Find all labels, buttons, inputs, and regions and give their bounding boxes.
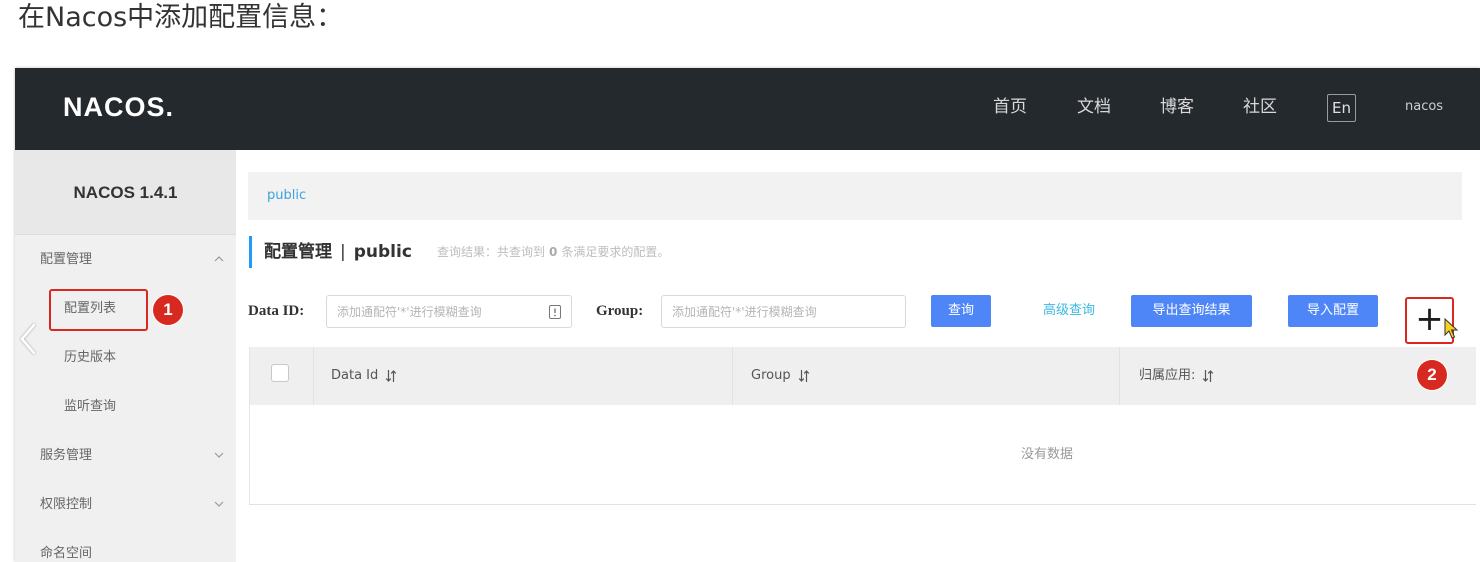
table-header: Data Id Group 归属应用: [250, 347, 1476, 405]
sidebar-item-label: 配置管理 [40, 252, 93, 267]
user-menu[interactable]: nacos [1405, 68, 1443, 146]
group-label: Group: [596, 303, 644, 319]
query-result-summary: 查询结果：共查询到 0 条满足要求的配置。 [437, 236, 669, 268]
sidebar-item-label: 配置列表 [64, 301, 117, 316]
query-result-prefix: 查询结果：共查询到 [437, 245, 546, 259]
column-header-app[interactable]: 归属应用: [1139, 347, 1214, 405]
query-result-suffix: 条满足要求的配置。 [561, 245, 670, 259]
chevron-down-icon [214, 452, 224, 458]
title-separator: | [340, 242, 346, 262]
nacos-console-screenshot: NACOS. 首页 文档 博客 社区 En nacos NACOS 1.4.1 … [15, 68, 1480, 562]
namespace-public[interactable]: public [267, 188, 306, 203]
nav-home[interactable]: 首页 [993, 68, 1027, 146]
page-title: 配置管理 | public [264, 236, 412, 268]
nav-community[interactable]: 社区 [1243, 68, 1277, 146]
sidebar-item-service-management[interactable]: 服务管理 [15, 431, 236, 480]
column-divider [1119, 347, 1120, 405]
column-divider [313, 347, 314, 405]
page-title-namespace: public [353, 242, 412, 262]
config-table: Data Id Group 归属应用: 没有数据 [249, 347, 1476, 505]
column-divider [732, 347, 733, 405]
column-label: Data Id [331, 368, 379, 383]
namespace-bar: public [248, 172, 1462, 220]
sidebar-version-title: NACOS 1.4.1 [15, 150, 236, 235]
page-title-text: 配置管理 [264, 242, 332, 262]
sort-icon[interactable] [385, 369, 397, 383]
chevron-up-icon [214, 256, 224, 262]
chevron-down-icon [214, 501, 224, 507]
sidebar-item-label: 命名空间 [40, 546, 93, 561]
group-field [661, 295, 906, 328]
column-label: 归属应用: [1139, 368, 1196, 383]
sidebar-item-namespace[interactable]: 命名空间 [15, 529, 236, 562]
column-header-group[interactable]: Group [751, 347, 810, 405]
sidebar: NACOS 1.4.1 配置管理 配置列表 历史版本 监听查询 服务管理 权限控… [15, 150, 236, 562]
chevron-left-icon[interactable] [18, 323, 38, 355]
page-heading: 在Nacos中添加配置信息： [18, 2, 344, 33]
sidebar-item-label: 服务管理 [40, 448, 93, 463]
sidebar-item-config-list[interactable]: 配置列表 [15, 284, 236, 333]
nacos-logo[interactable]: NACOS. [63, 68, 174, 146]
mouse-cursor-icon [1444, 318, 1458, 339]
sidebar-item-listener-query[interactable]: 监听查询 [15, 382, 236, 431]
data-id-field [326, 295, 572, 328]
top-navbar: NACOS. 首页 文档 博客 社区 En nacos [15, 68, 1480, 150]
language-toggle[interactable]: En [1327, 94, 1356, 122]
empty-table-message: 没有数据 [1020, 447, 1074, 462]
sidebar-item-config-management[interactable]: 配置管理 [15, 235, 236, 284]
sidebar-item-access-control[interactable]: 权限控制 [15, 480, 236, 529]
export-results-button[interactable]: 导出查询结果 [1131, 295, 1252, 327]
annotation-badge-2: 2 [1417, 360, 1447, 390]
group-input[interactable] [662, 296, 905, 327]
sidebar-item-label: 权限控制 [40, 497, 93, 512]
sidebar-item-label: 历史版本 [64, 350, 117, 365]
input-hint-icon[interactable] [549, 305, 561, 319]
sidebar-item-label: 监听查询 [64, 399, 117, 414]
column-header-data-id[interactable]: Data Id [331, 347, 397, 405]
column-label: Group [751, 368, 791, 383]
query-button[interactable]: 查询 [931, 295, 991, 327]
query-result-count: 0 [549, 245, 558, 259]
main-content: public 配置管理 | public 查询结果：共查询到 0 条满足要求的配置。 D… [236, 150, 1480, 562]
sort-icon[interactable] [798, 369, 810, 383]
sidebar-item-history[interactable]: 历史版本 [15, 333, 236, 382]
table-body: 没有数据 [250, 405, 1476, 504]
select-all-checkbox[interactable] [271, 364, 289, 382]
data-id-input[interactable] [327, 296, 571, 327]
nav-blog[interactable]: 博客 [1160, 68, 1194, 146]
import-config-button[interactable]: 导入配置 [1288, 295, 1378, 327]
nav-docs[interactable]: 文档 [1077, 68, 1111, 146]
advanced-query-link[interactable]: 高级查询 [1043, 295, 1095, 327]
sort-icon[interactable] [1202, 369, 1214, 383]
data-id-label: Data ID: [248, 303, 305, 319]
annotation-badge-1: 1 [153, 295, 183, 325]
title-accent-bar [249, 236, 252, 268]
